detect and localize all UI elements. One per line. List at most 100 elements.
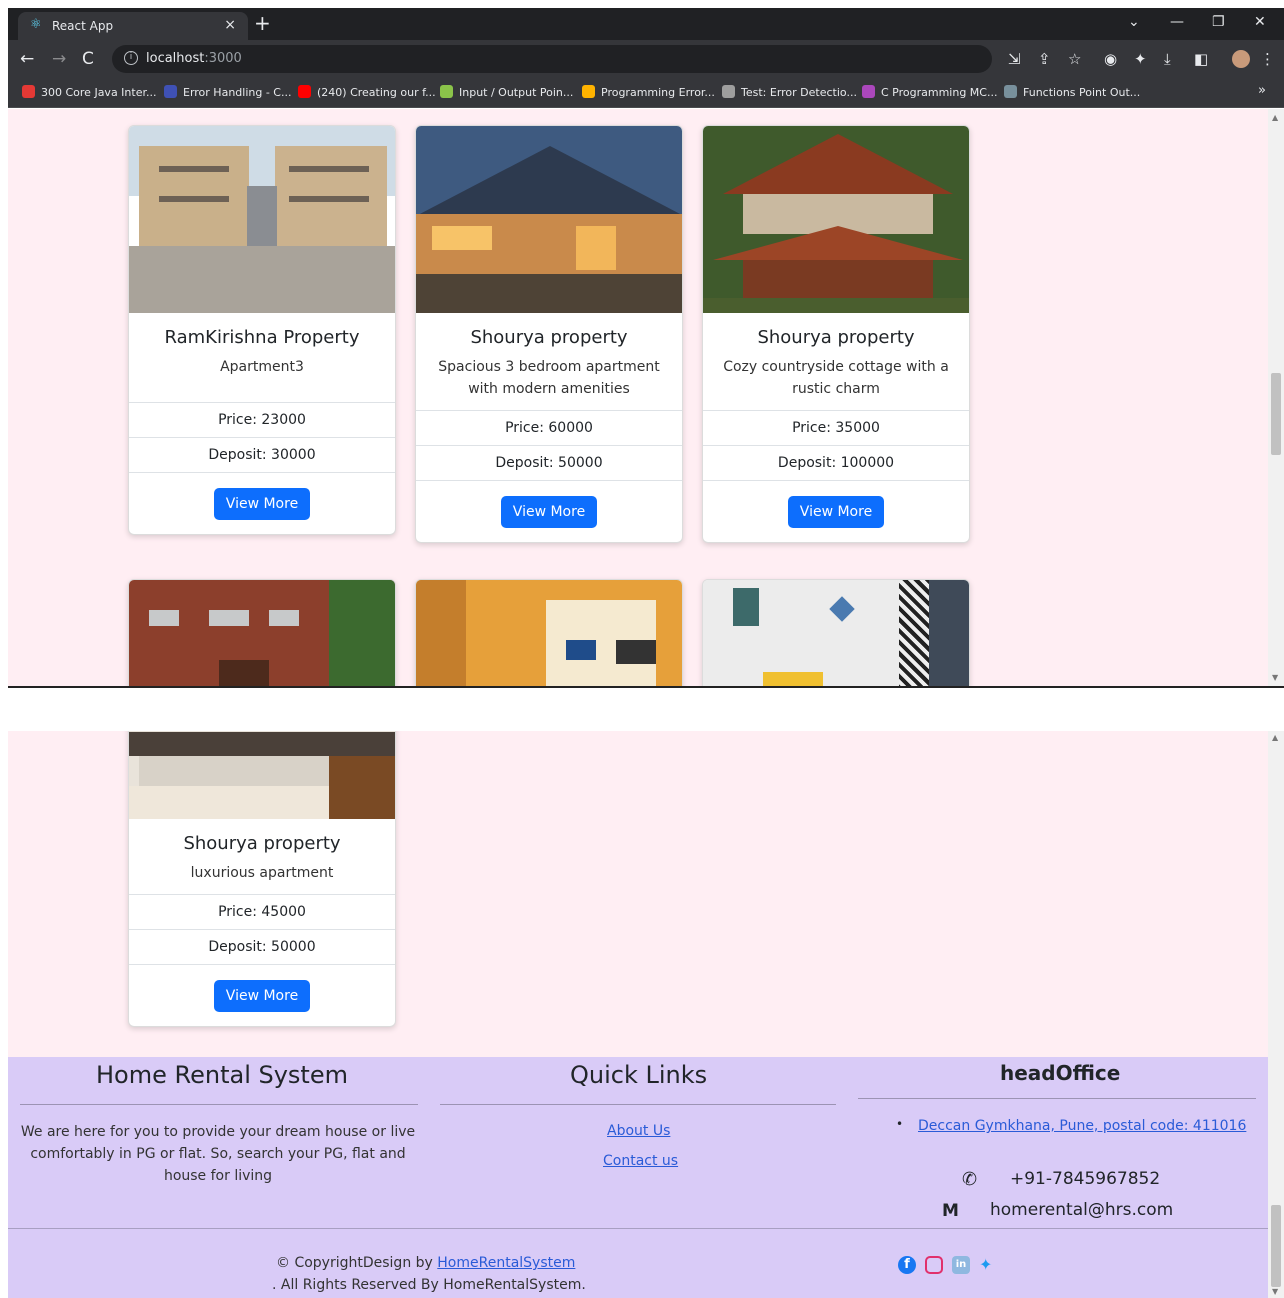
bookmark-item[interactable]: Test: Error Detectio... <box>722 85 857 99</box>
screenshot-gap <box>0 687 1284 731</box>
scroll-down-icon[interactable]: ▼ <box>1272 673 1278 682</box>
contact-us-link[interactable]: Contact us <box>603 1153 678 1169</box>
footer-bottom-divider <box>8 1228 1268 1229</box>
about-us-link[interactable]: About Us <box>607 1123 670 1139</box>
react-favicon-icon: ⚛ <box>30 17 42 32</box>
property-card <box>702 579 970 687</box>
scroll-up-icon[interactable]: ▲ <box>1272 733 1278 742</box>
property-image <box>703 126 969 313</box>
bookmark-item[interactable]: C Programming MC... <box>862 85 997 99</box>
property-image <box>703 580 969 687</box>
address-url: localhost:3000 <box>146 51 242 66</box>
view-more-button[interactable]: View More <box>213 980 311 1012</box>
instagram-icon[interactable] <box>925 1256 943 1274</box>
linkedin-icon[interactable]: in <box>952 1256 970 1274</box>
card-body: Shourya property luxurious apartment <box>129 819 395 895</box>
property-card: Shourya property Cozy countryside cottag… <box>702 125 970 543</box>
card-price: Price: 35000 <box>703 411 969 446</box>
bookmark-favicon-icon <box>298 85 311 98</box>
property-image <box>416 580 682 687</box>
property-card <box>415 579 683 687</box>
card-description: luxurious apartment <box>190 865 334 881</box>
card-title: Shourya property <box>183 833 341 854</box>
card-description: Spacious 3 bedroom apartment with modern… <box>438 359 660 397</box>
footer-divider <box>20 1104 418 1105</box>
tab-search-icon[interactable]: ⌄ <box>1128 14 1140 30</box>
download-icon[interactable]: ⤓ <box>1164 50 1171 68</box>
mail-icon: M <box>942 1201 959 1221</box>
bookmarks-overflow-button[interactable]: » <box>1258 83 1266 98</box>
bookmark-item[interactable]: (240) Creating our f... <box>298 85 436 99</box>
address-bullet-icon: • <box>896 1117 904 1131</box>
phone-number: +91-7845967852 <box>1010 1169 1161 1189</box>
property-image <box>129 126 395 313</box>
view-more-button[interactable]: View More <box>500 496 598 528</box>
card-deposit: Deposit: 30000 <box>129 438 395 473</box>
site-info-icon[interactable]: i <box>124 51 138 65</box>
email-address: homerental@hrs.com <box>990 1200 1174 1220</box>
restore-icon[interactable]: ❐ <box>1212 14 1225 30</box>
close-window-icon[interactable]: ✕ <box>1254 14 1266 30</box>
reload-icon[interactable]: C <box>82 49 94 69</box>
card-price: Price: 23000 <box>129 403 395 438</box>
browser-tab[interactable]: ⚛ React App × <box>18 12 248 40</box>
card-deposit: Deposit: 50000 <box>129 930 395 965</box>
card-body: Shourya property Cozy countryside cottag… <box>703 313 969 411</box>
phone-icon: ✆ <box>962 1169 978 1190</box>
property-card: RamKirishna Property Apartment3 Price: 2… <box>128 125 396 535</box>
share-icon[interactable]: ⇪ <box>1038 50 1051 68</box>
office-address-link[interactable]: Deccan Gymkhana, Pune, postal code: 4110… <box>918 1118 1246 1134</box>
bookmark-favicon-icon <box>862 85 875 98</box>
twitter-icon[interactable]: ✦ <box>979 1256 997 1274</box>
footer-about-text: We are here for you to provide your drea… <box>20 1124 416 1184</box>
bookmark-favicon-icon <box>22 85 35 98</box>
view-more-button[interactable]: View More <box>787 496 885 528</box>
address-bar[interactable]: i localhost:3000 <box>112 45 992 73</box>
back-icon[interactable]: ← <box>20 49 34 69</box>
browser-toolbar: ← → C i localhost:3000 ⇲ ⇪ ☆ ◉ ✦ ⤓ ◧ ⋮ <box>8 40 1284 78</box>
extensions-icon[interactable]: ✦ <box>1134 50 1147 68</box>
scroll-thumb[interactable] <box>1271 373 1281 455</box>
bookmark-item[interactable]: Functions Point Out... <box>1004 85 1140 99</box>
scroll-thumb[interactable] <box>1271 1205 1281 1287</box>
scroll-up-icon[interactable]: ▲ <box>1272 113 1278 122</box>
property-image <box>416 126 682 313</box>
footer-divider <box>440 1104 836 1105</box>
new-tab-button[interactable]: + <box>254 12 271 34</box>
screenshot-divider <box>8 686 1284 688</box>
facebook-icon[interactable]: f <box>898 1256 916 1274</box>
bookmark-favicon-icon <box>1004 85 1017 98</box>
bookmark-item[interactable]: Input / Output Poin... <box>440 85 573 99</box>
close-tab-icon[interactable]: × <box>224 17 236 33</box>
bookmark-item[interactable]: Programming Error... <box>582 85 715 99</box>
install-app-icon[interactable]: ⇲ <box>1008 50 1021 68</box>
page-scrollbar-bottom[interactable]: ▲ ▼ <box>1268 731 1284 1298</box>
card-title: Shourya property <box>470 327 628 348</box>
copyright-text: © CopyrightDesign by HomeRentalSystem <box>276 1255 576 1271</box>
copyright-link[interactable]: HomeRentalSystem <box>437 1255 575 1271</box>
property-card <box>128 579 396 687</box>
site-footer: Home Rental System We are here for you t… <box>8 1057 1268 1298</box>
card-price: Price: 60000 <box>416 411 682 446</box>
page-viewport-top: RamKirishna Property Apartment3 Price: 2… <box>8 109 1268 687</box>
page-scrollbar-top[interactable]: ▲ ▼ <box>1268 109 1284 687</box>
menu-kebab-icon[interactable]: ⋮ <box>1260 50 1275 68</box>
footer-divider <box>858 1098 1256 1099</box>
bookmark-star-icon[interactable]: ☆ <box>1068 50 1081 68</box>
bookmark-item[interactable]: Error Handling - C... <box>164 85 291 99</box>
grammarly-extension-icon[interactable]: ◉ <box>1104 50 1117 68</box>
bookmark-favicon-icon <box>722 85 735 98</box>
view-more-button[interactable]: View More <box>213 488 311 520</box>
property-card: Shourya property Spacious 3 bedroom apar… <box>415 125 683 543</box>
side-panel-icon[interactable]: ◧ <box>1194 50 1208 68</box>
card-description: Cozy countryside cottage with a rustic c… <box>723 359 949 397</box>
bookmark-item[interactable]: 300 Core Java Inter... <box>22 85 156 99</box>
forward-icon[interactable]: → <box>52 49 66 69</box>
bookmark-favicon-icon <box>440 85 453 98</box>
tab-title: React App <box>52 19 114 33</box>
footer-head-office-title: headOffice <box>1000 1061 1121 1085</box>
scroll-down-icon[interactable]: ▼ <box>1272 1287 1278 1296</box>
profile-avatar[interactable] <box>1232 50 1250 68</box>
card-description: Apartment3 <box>220 359 304 375</box>
minimize-icon[interactable]: — <box>1170 14 1184 30</box>
